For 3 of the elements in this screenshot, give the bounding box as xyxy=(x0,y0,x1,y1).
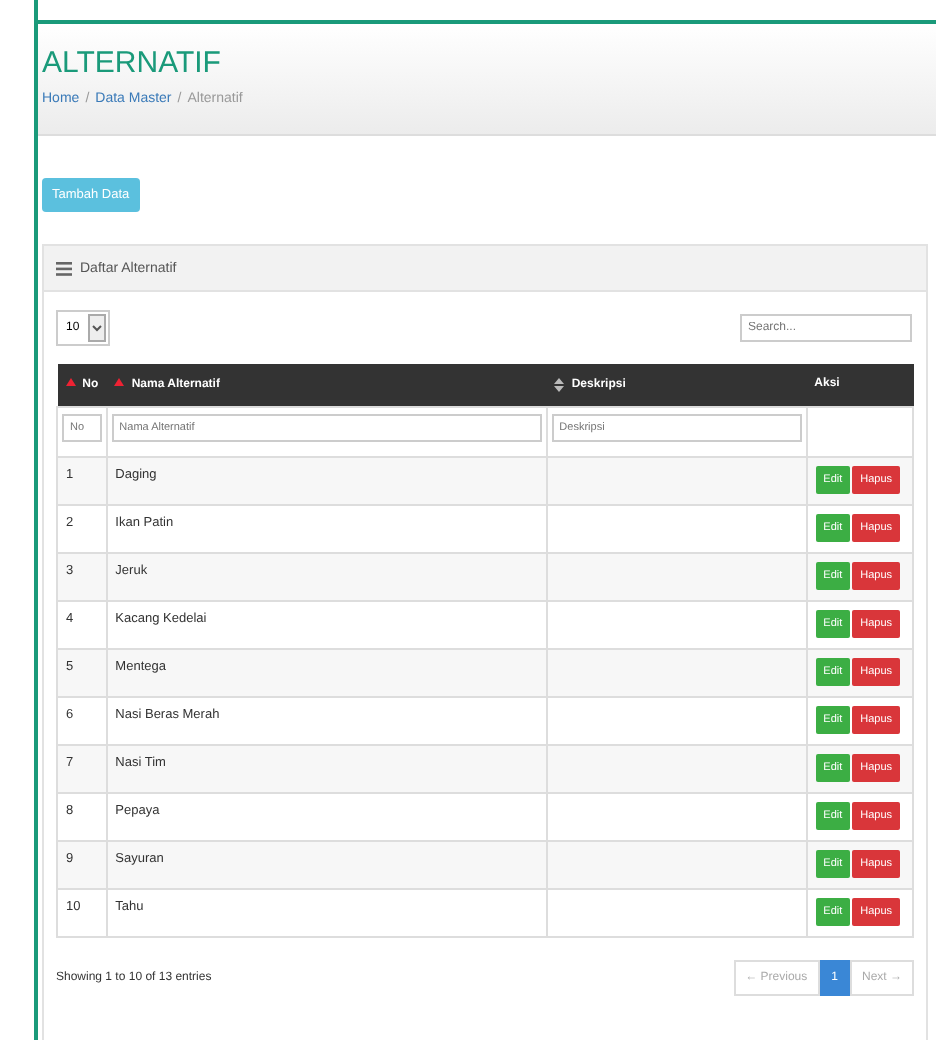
caret-icon xyxy=(87,314,106,342)
list-icon xyxy=(56,261,72,275)
page-title: ALTERNATIF xyxy=(42,48,223,80)
